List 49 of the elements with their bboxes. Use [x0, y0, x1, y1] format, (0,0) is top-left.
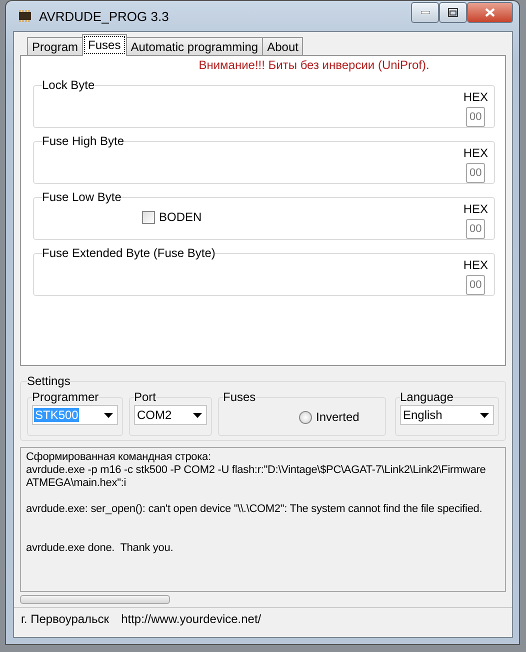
window-title: AVRDUDE_PROG 3.3 [39, 8, 170, 24]
hex-label: HEX [463, 146, 488, 160]
radio-button[interactable] [299, 410, 312, 424]
radio-label: Inverted [316, 410, 360, 424]
minimize-button[interactable] [411, 2, 439, 23]
scrollbar-thumb[interactable] [20, 595, 170, 604]
minimize-icon [420, 11, 430, 14]
log-line: Сформированная командная строка: [26, 451, 212, 464]
warning-text: Внимание!!! Биты без инверсии (UniProf). [198, 58, 430, 72]
log-line: avrdude.exe -p m16 -c stk500 -P COM2 -U flash:r:"D:\Vintage\$PC\AGAT-7\Link2\Link2\Firmware [26, 464, 487, 477]
log-line: avrdude.exe: ser_open(): can't open device "\\.\COM2": The system cannot find the file specified. [26, 503, 484, 516]
tab[interactable]: Program [27, 37, 84, 56]
maximize-button[interactable] [439, 2, 467, 23]
group-title: Fuse Low Byte [42, 190, 122, 204]
group-title: Language [400, 390, 454, 404]
close-button[interactable] [467, 2, 513, 23]
hex-field[interactable]: 00 [466, 163, 486, 183]
hex-label: HEX [463, 90, 488, 104]
checkbox-option[interactable]: BODEN [142, 210, 202, 224]
group-title: Fuses [223, 390, 256, 404]
hex-label: HEX [463, 258, 488, 272]
close-icon [485, 8, 495, 17]
group-title: Port [134, 390, 156, 404]
group-title: Programmer [32, 390, 99, 404]
checkbox[interactable] [142, 210, 155, 224]
hex-field[interactable]: 00 [466, 219, 486, 239]
hex-field[interactable]: 00 [466, 275, 486, 295]
radio-option[interactable]: Inverted [299, 410, 381, 424]
dropdown-caret-icon [104, 412, 113, 418]
language-dropdown[interactable]: English [400, 405, 494, 425]
tab[interactable]: Automatic programming [126, 37, 264, 56]
hex-label: HEX [463, 202, 488, 216]
dropdown-caret-icon [480, 412, 489, 418]
log-line: ATMEGA\main.hex":i [26, 477, 128, 490]
hex-field[interactable]: 00 [466, 107, 486, 127]
log-line: avrdude.exe done. Thank you. [26, 542, 174, 555]
tab[interactable]: About [262, 37, 304, 56]
status-url: http://www.yourdevice.net/ [121, 612, 262, 626]
group-title: Lock Byte [42, 78, 95, 92]
tab[interactable]: Fuses [82, 34, 127, 56]
status-city: г. Первоуральск [21, 612, 110, 626]
group-title: Fuse High Byte [42, 134, 124, 148]
group-title: Fuse Extended Byte (Fuse Byte) [42, 246, 216, 260]
port-dropdown[interactable]: COM2 [134, 405, 207, 425]
chip-icon [17, 9, 33, 23]
maximize-icon [448, 8, 458, 17]
checkbox-label: BODEN [159, 210, 202, 224]
dropdown-caret-icon [193, 412, 202, 418]
group-title: Settings [27, 374, 70, 388]
